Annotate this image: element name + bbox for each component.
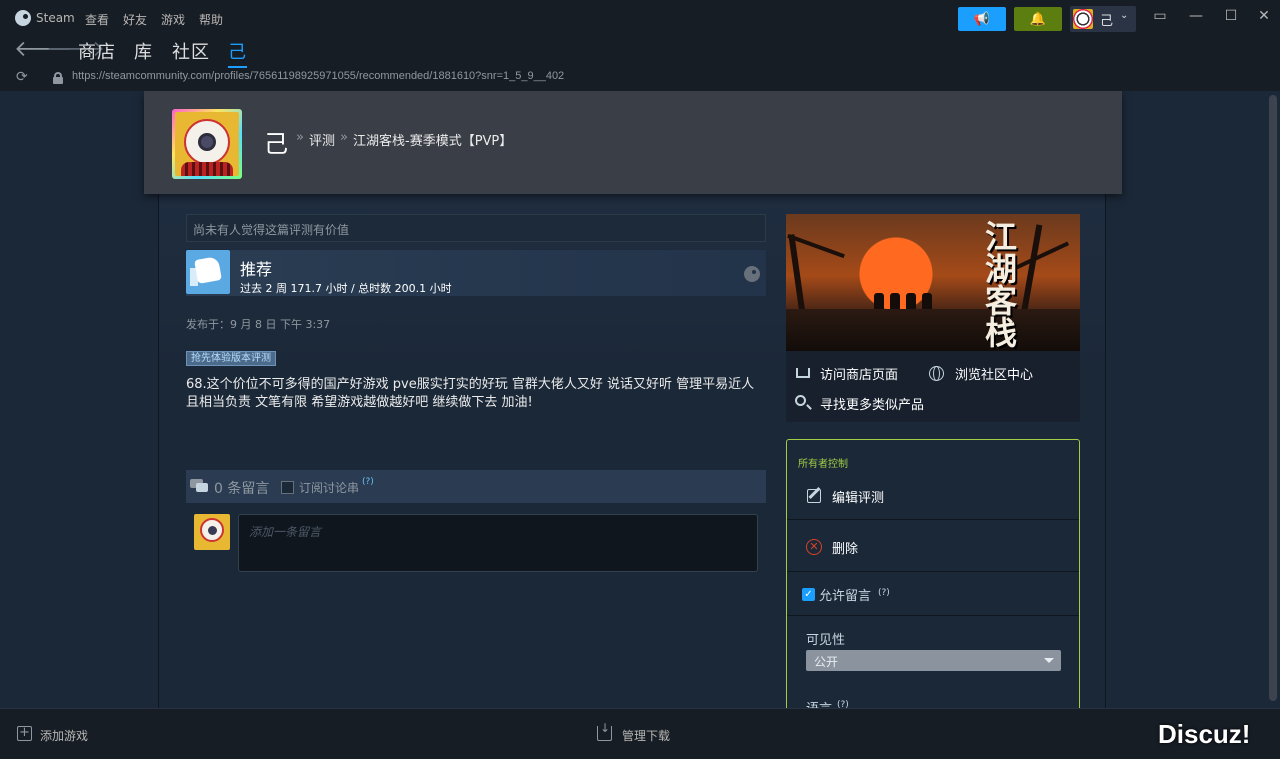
subscribe-checkbox[interactable]	[281, 481, 294, 494]
chevron-down-icon	[1044, 658, 1054, 663]
visibility-value: 公开	[814, 655, 839, 669]
commenter-avatar[interactable]	[194, 514, 230, 550]
comment-input[interactable]: 添加一条留言	[238, 514, 758, 572]
download-icon	[597, 721, 612, 741]
menu-steam[interactable]: Steam	[36, 11, 75, 25]
visibility-select[interactable]: 公开	[806, 650, 1061, 671]
profile-avatar[interactable]	[172, 109, 242, 179]
community-hub-link[interactable]: 浏览社区中心	[955, 364, 1033, 383]
notifications-button[interactable]: 🔔	[1014, 7, 1062, 31]
minimize-icon[interactable]: —	[1185, 8, 1207, 24]
chevron-down-icon: ⌄	[1120, 10, 1129, 21]
review-body: 68.这个价位不可多得的国产好游戏 pve服实打实的好玩 官群大佬人又好 说话又…	[186, 377, 755, 410]
comment-count: 0 条留言	[214, 481, 270, 497]
allow-comments-checkbox[interactable]: ✓	[802, 588, 815, 601]
edit-icon	[807, 489, 821, 503]
nav-library[interactable]: 库	[134, 38, 153, 64]
comments-header: 0 条留言 订阅讨论串 (?)	[186, 470, 766, 503]
cart-icon	[796, 368, 810, 378]
web-content: 己 » 评测 » 江湖客栈-赛季模式【PVP】 尚未有人觉得这篇评测有价值 推荐…	[0, 91, 1266, 708]
breadcrumb-game[interactable]: 江湖客栈-赛季模式【PVP】	[353, 130, 512, 149]
add-game-button[interactable]: 添加游戏	[40, 727, 88, 744]
breadcrumb-separator: »	[340, 130, 348, 145]
owner-controls: 所有者控制 编辑评测 ✕ 删除 ✓ 允许留言 (?) 可见性 公开 语言 (?)	[786, 439, 1080, 708]
review-panel: 尚未有人觉得这篇评测有价值 推荐 过去 2 周 171.7 小时 / 总时数 2…	[158, 194, 1106, 708]
broadcast-button[interactable]: 📢	[958, 7, 1006, 31]
language-label: 语言	[806, 698, 832, 708]
reload-icon[interactable]: ⟳	[16, 69, 28, 85]
steam-icon	[744, 266, 760, 282]
big-picture-icon[interactable]: ▭	[1149, 8, 1171, 24]
lock-icon	[53, 72, 63, 84]
account-name: 己	[1100, 14, 1114, 29]
delete-icon: ✕	[806, 539, 822, 555]
menu-view[interactable]: 查看	[85, 11, 109, 28]
url-bar: ⟳ https://steamcommunity.com/profiles/76…	[0, 66, 1280, 90]
early-access-badge: 抢先体验版本评测	[186, 351, 276, 366]
profile-header: 己 » 评测 » 江湖客栈-赛季模式【PVP】	[144, 91, 1122, 194]
menu-friends[interactable]: 好友	[123, 11, 147, 28]
bottom-bar: + 添加游戏 管理下载 Discuz!	[0, 708, 1280, 759]
title-bar: Steam 查看 好友 游戏 帮助 📢 🔔 己 ⌄ ▭ — ☐ ✕	[0, 0, 1280, 36]
menu-games[interactable]: 游戏	[161, 11, 185, 28]
store-page-link[interactable]: 访问商店页面	[820, 364, 898, 383]
delete-label: 删除	[832, 542, 859, 557]
nav-store[interactable]: 商店	[78, 38, 116, 64]
account-menu[interactable]: 己 ⌄	[1070, 6, 1136, 32]
allow-comments-row: ✓ 允许留言 (?)	[787, 572, 1079, 616]
game-art-title: 江湖客栈	[980, 220, 1018, 348]
globe-icon	[929, 366, 944, 381]
edit-review-button[interactable]: 编辑评测	[787, 474, 1079, 520]
nav-bar: 🡐 🡒 商店 库 社区 己	[0, 36, 1280, 68]
similar-products-link[interactable]: 寻找更多类似产品	[820, 394, 924, 413]
url-text[interactable]: https://steamcommunity.com/profiles/7656…	[72, 70, 564, 82]
edit-review-label: 编辑评测	[832, 491, 885, 506]
megaphone-icon: 📢	[973, 11, 991, 27]
search-icon	[795, 395, 806, 406]
menu-help[interactable]: 帮助	[199, 11, 223, 28]
steam-logo-icon[interactable]	[15, 10, 31, 26]
delete-review-button[interactable]: ✕ 删除	[787, 520, 1079, 572]
close-icon[interactable]: ✕	[1253, 8, 1275, 24]
breadcrumb-user[interactable]: 己	[264, 124, 288, 159]
game-card: 江湖客栈 访问商店页面 浏览社区中心 寻找更多类似产品	[786, 214, 1080, 422]
verdict-label: 推荐	[240, 260, 273, 279]
comment-icon	[190, 479, 208, 493]
recommendation-header: 推荐 过去 2 周 171.7 小时 / 总时数 200.1 小时	[186, 250, 766, 296]
maximize-icon[interactable]: ☐	[1220, 8, 1242, 24]
avatar	[1073, 9, 1093, 29]
bell-icon: 🔔	[1029, 11, 1047, 27]
nav-profile[interactable]: 己	[228, 38, 247, 68]
nav-community[interactable]: 社区	[172, 38, 210, 64]
game-capsule-image[interactable]: 江湖客栈	[786, 214, 1080, 351]
scrollbar[interactable]	[1266, 91, 1280, 708]
language-help[interactable]: (?)	[837, 700, 849, 708]
playtime-text: 过去 2 周 171.7 小时 / 总时数 200.1 小时	[240, 282, 452, 295]
manage-downloads-button[interactable]: 管理下载	[622, 727, 670, 744]
subscribe-help-link[interactable]: (?)	[362, 477, 374, 487]
breadcrumb-reviews[interactable]: 评测	[309, 130, 335, 149]
breadcrumb-separator: »	[296, 130, 304, 145]
allow-comments-help[interactable]: (?)	[878, 588, 890, 598]
subscribe-label[interactable]: 订阅讨论串	[299, 479, 359, 496]
owner-controls-title: 所有者控制	[798, 459, 848, 470]
plus-icon: +	[17, 726, 32, 741]
visibility-label: 可见性	[806, 633, 846, 648]
thumbs-up-icon	[186, 250, 230, 294]
allow-comments-label[interactable]: 允许留言	[819, 585, 871, 604]
watermark-logo: Discuz!	[1158, 719, 1251, 749]
helpful-info: 尚未有人觉得这篇评测有价值	[186, 214, 766, 242]
posted-date: 发布于：9 月 8 日 下午 3:37	[186, 318, 331, 331]
